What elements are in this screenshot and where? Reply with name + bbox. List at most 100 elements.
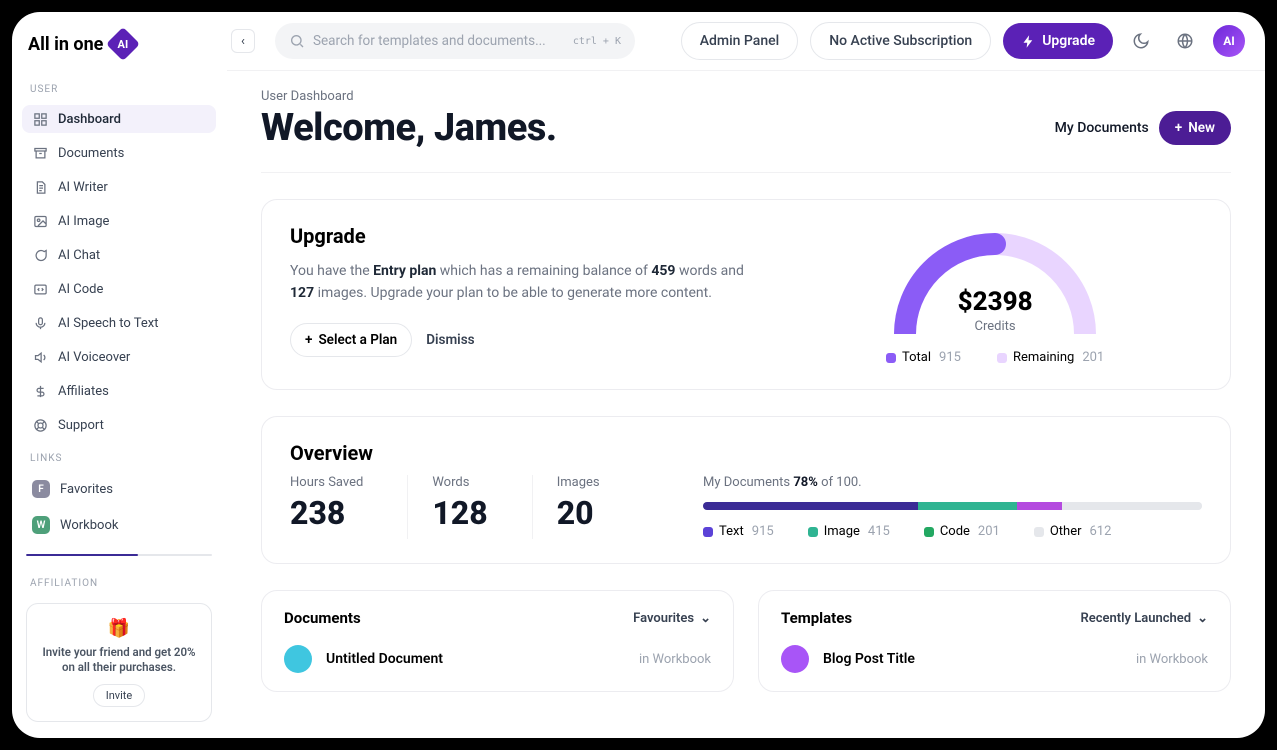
avatar[interactable]: AI — [1213, 25, 1245, 57]
upgrade-label: Upgrade — [1042, 33, 1095, 49]
main: ‹ Search for templates and documents... … — [227, 12, 1265, 738]
sidebar-usage-fill — [26, 554, 138, 556]
search-placeholder: Search for templates and documents... — [313, 33, 546, 49]
sidebar-item-label: Documents — [58, 146, 124, 161]
sidebar-item-label: Affiliates — [58, 384, 109, 399]
theme-toggle-button[interactable] — [1125, 25, 1157, 57]
list-item[interactable]: Blog Post Title in Workbook — [781, 645, 1208, 673]
archive-icon — [32, 145, 48, 161]
sidebar-link-favorites[interactable]: F Favorites — [22, 474, 216, 504]
sidebar-item-label: AI Speech to Text — [58, 316, 158, 331]
upgrade-button[interactable]: Upgrade — [1003, 23, 1113, 59]
bar-image — [918, 502, 1018, 510]
template-color-icon — [781, 645, 809, 673]
stat-words: Words 128 — [432, 475, 532, 539]
chat-icon — [32, 247, 48, 263]
legend-remaining: Remaining 201 — [997, 350, 1104, 365]
invite-button[interactable]: Invite — [93, 684, 146, 707]
topbar: ‹ Search for templates and documents... … — [227, 12, 1265, 71]
affiliation-card: 🎁 Invite your friend and get 20% on all … — [26, 603, 212, 722]
globe-icon — [1176, 32, 1194, 50]
chevron-down-icon: ⌄ — [1197, 611, 1208, 626]
moon-icon — [1132, 32, 1150, 50]
panels-row: Documents Favourites ⌄ Untitled Document… — [261, 590, 1231, 692]
my-documents-link[interactable]: My Documents — [1055, 120, 1149, 136]
mic-icon — [32, 315, 48, 331]
content: User Dashboard Welcome, James. My Docume… — [227, 71, 1265, 738]
page-title: Welcome, James. — [261, 106, 557, 150]
legend-swatch-icon — [1034, 527, 1044, 537]
documents-meter: My Documents 78% of 100. Text915 Image41… — [703, 475, 1202, 539]
brand-text: All in one — [28, 34, 103, 55]
credits-gauge: $2398 Credits Total 915 Remaining — [788, 224, 1202, 365]
sidebar-item-ai-code[interactable]: AI Code — [22, 275, 216, 303]
sidebar-usage-bar — [26, 554, 212, 556]
legend-swatch-icon — [808, 527, 818, 537]
bar-other — [1062, 502, 1202, 510]
search-icon — [289, 33, 305, 49]
sidebar-item-ai-writer[interactable]: AI Writer — [22, 173, 216, 201]
documents-panel-title: Documents — [284, 609, 361, 627]
sidebar-link-label: Workbook — [60, 518, 118, 533]
select-plan-button[interactable]: + Select a Plan — [290, 323, 412, 357]
documents-filter-dropdown[interactable]: Favourites ⌄ — [633, 611, 711, 626]
templates-filter-dropdown[interactable]: Recently Launched ⌄ — [1080, 611, 1208, 626]
list-item[interactable]: Untitled Document in Workbook — [284, 645, 711, 673]
chevron-down-icon: ⌄ — [700, 611, 711, 626]
stat-images: Images 20 — [557, 475, 644, 539]
breadcrumb: User Dashboard — [261, 89, 1231, 104]
affiliation-message: Invite your friend and get 20% on all th… — [37, 645, 201, 676]
sidebar-link-label: Favorites — [60, 482, 113, 497]
grid-icon — [32, 111, 48, 127]
upgrade-description: You have the Entry plan which has a rema… — [290, 260, 764, 305]
document-icon — [32, 179, 48, 195]
sidebar-item-ai-speech[interactable]: AI Speech to Text — [22, 309, 216, 337]
sidebar-item-affiliates[interactable]: Affiliates — [22, 377, 216, 405]
speaker-icon — [32, 349, 48, 365]
code-icon — [32, 281, 48, 297]
documents-panel: Documents Favourites ⌄ Untitled Document… — [261, 590, 734, 692]
collapse-sidebar-button[interactable]: ‹ — [231, 29, 255, 53]
language-button[interactable] — [1169, 25, 1201, 57]
search-shortcut: ctrl + K — [573, 36, 621, 47]
overview-card: Overview Hours Saved 238 Words 128 Image… — [261, 416, 1231, 564]
legend-swatch-icon — [886, 353, 896, 363]
image-icon — [32, 213, 48, 229]
sidebar-item-documents[interactable]: Documents — [22, 139, 216, 167]
lifebuoy-icon — [32, 417, 48, 433]
documents-legend: Text915 Image415 Code201 Other612 — [703, 524, 1202, 539]
admin-panel-button[interactable]: Admin Panel — [681, 22, 798, 60]
legend-swatch-icon — [703, 527, 713, 537]
app-root: All in one AI USER Dashboard Documents A… — [12, 12, 1265, 738]
dismiss-button[interactable]: Dismiss — [426, 332, 474, 348]
search-input[interactable]: Search for templates and documents... ct… — [275, 23, 635, 59]
legend-swatch-icon — [997, 353, 1007, 363]
credits-label: Credits — [885, 319, 1105, 334]
sidebar-item-label: Support — [58, 418, 104, 433]
brand[interactable]: All in one AI — [22, 24, 216, 70]
sidebar-item-support[interactable]: Support — [22, 411, 216, 439]
dollar-icon — [32, 383, 48, 399]
sidebar-item-ai-chat[interactable]: AI Chat — [22, 241, 216, 269]
device-frame: All in one AI USER Dashboard Documents A… — [0, 0, 1277, 750]
sidebar-link-workbook[interactable]: W Workbook — [22, 510, 216, 540]
hero, welcome-header: Welcome, James. My Documents + New — [261, 106, 1231, 173]
document-color-icon — [284, 645, 312, 673]
sidebar-item-label: AI Image — [58, 214, 109, 229]
workbook-badge-icon: W — [32, 516, 50, 534]
sidebar-item-dashboard[interactable]: Dashboard — [22, 105, 216, 133]
sidebar-item-ai-image[interactable]: AI Image — [22, 207, 216, 235]
sidebar-item-ai-voiceover[interactable]: AI Voiceover — [22, 343, 216, 371]
templates-panel-title: Templates — [781, 609, 852, 627]
sidebar-section-user: USER — [22, 76, 216, 99]
sidebar-section-links: LINKS — [22, 445, 216, 468]
credits-legend: Total 915 Remaining 201 — [886, 350, 1104, 365]
new-button[interactable]: + New — [1159, 111, 1231, 145]
subscription-status-button[interactable]: No Active Subscription — [810, 22, 991, 60]
chevron-left-icon: ‹ — [241, 34, 245, 49]
hero-actions: My Documents + New — [1055, 111, 1231, 145]
credits-value: $2398 — [885, 287, 1105, 317]
bar-code — [1017, 502, 1062, 510]
new-label: New — [1188, 120, 1215, 136]
sidebar-section-affiliation: AFFILIATION — [22, 570, 216, 593]
